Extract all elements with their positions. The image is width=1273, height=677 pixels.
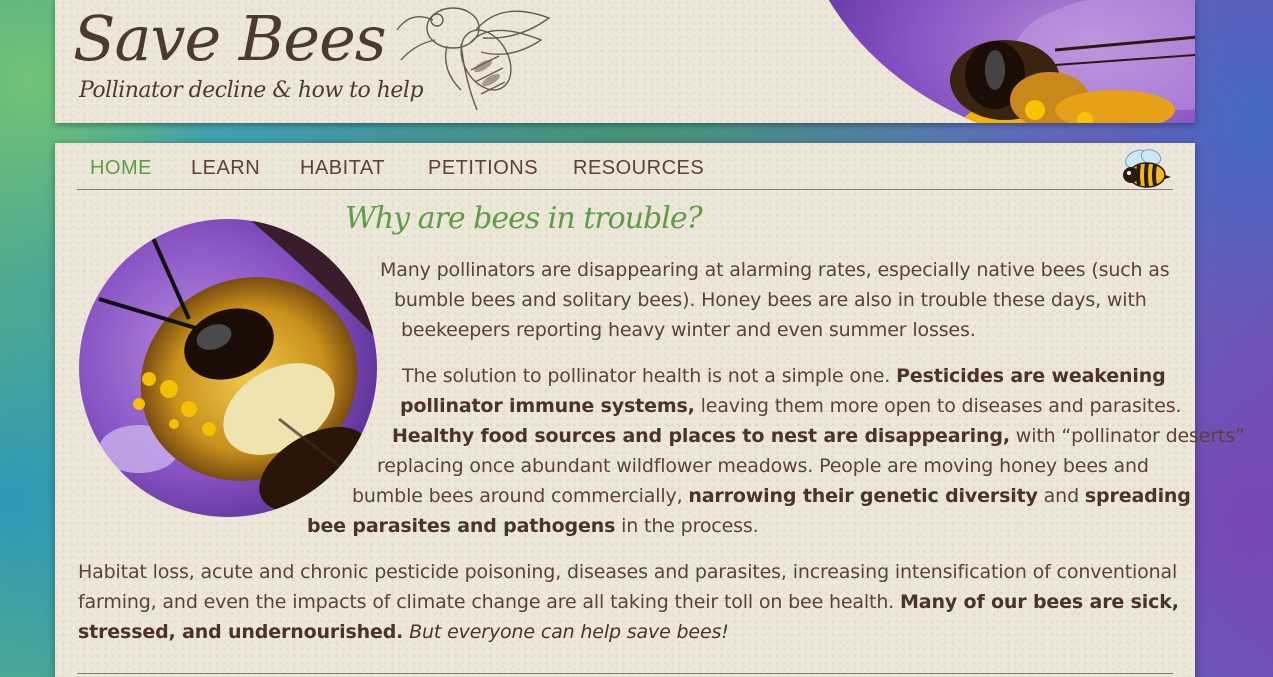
nav-petitions[interactable]: PETITIONS xyxy=(428,157,538,180)
bee-sketch-illustration xyxy=(396,7,551,111)
p2-emphasis: Healthy food sources and places to nest … xyxy=(392,425,1010,447)
p3-emphasis: stressed, and undernourished. xyxy=(78,621,404,643)
bee-cartoon-icon xyxy=(1123,149,1171,188)
p1-line-2: bumble bees and solitary bees). Honey be… xyxy=(394,289,1147,311)
p3-text: farming, and even the impacts of climate… xyxy=(78,591,901,613)
p3-callout: But everyone can help save bees! xyxy=(403,621,729,643)
site-tagline: Pollinator decline & how to help xyxy=(79,78,424,103)
nav-learn[interactable]: LEARN xyxy=(191,157,260,180)
p2-line-5: bumble bees around commercially, narrowi… xyxy=(352,481,1191,511)
p2-text: with “pollinator deserts” xyxy=(1009,425,1245,447)
main-panel: HOME LEARN HABITAT PETITIONS RESOURCES W… xyxy=(55,143,1245,677)
p2-emphasis: bee parasites and pathogens xyxy=(307,515,616,537)
p3-line-2: farming, and even the impacts of climate… xyxy=(78,587,1179,617)
p3-line-1: Habitat loss, acute and chronic pesticid… xyxy=(78,561,1178,583)
header-bee-photo xyxy=(795,0,1195,123)
p2-text: bumble bees around commercially, xyxy=(352,485,689,507)
bumble-bee-photo xyxy=(79,219,377,517)
p2-text: in the process. xyxy=(615,515,759,537)
nav-habitat[interactable]: HABITAT xyxy=(300,157,385,180)
site-title[interactable]: Save Bees xyxy=(73,2,387,75)
p3-line-3: stressed, and undernourished. But everyo… xyxy=(78,617,729,647)
p2-line-2: pollinator immune systems, leaving them … xyxy=(400,391,1182,421)
section-heading: Why are bees in trouble? xyxy=(345,201,703,236)
p2-emphasis: spreading xyxy=(1084,485,1191,507)
p1-line-1: Many pollinators are disappearing at ala… xyxy=(380,259,1170,281)
p2-line-1: The solution to pollinator health is not… xyxy=(402,361,1166,391)
p2-emphasis: narrowing their genetic diversity xyxy=(688,485,1038,507)
nav-resources[interactable]: RESOURCES xyxy=(573,157,704,180)
p2-line-3: Healthy food sources and places to nest … xyxy=(392,421,1245,451)
main-nav: HOME LEARN HABITAT PETITIONS RESOURCES xyxy=(77,149,1173,190)
p2-text: The solution to pollinator health is not… xyxy=(402,365,897,387)
p2-line-6: bee parasites and pathogens in the proce… xyxy=(307,511,759,541)
nav-home[interactable]: HOME xyxy=(90,157,152,180)
p2-text: leaving them more open to diseases and p… xyxy=(694,395,1182,417)
p2-line-4: replacing once abundant wildflower meado… xyxy=(377,455,1149,477)
p2-emphasis: pollinator immune systems, xyxy=(400,395,695,417)
p2-emphasis: Pesticides are weakening xyxy=(896,365,1166,387)
content-divider xyxy=(77,673,1173,674)
p1-line-3: beekeepers reporting heavy winter and ev… xyxy=(401,319,976,341)
p2-text: and xyxy=(1037,485,1085,507)
site-header: Save Bees Pollinator decline & how to he… xyxy=(55,0,1195,123)
p3-emphasis: Many of our bees are sick, xyxy=(900,591,1179,613)
